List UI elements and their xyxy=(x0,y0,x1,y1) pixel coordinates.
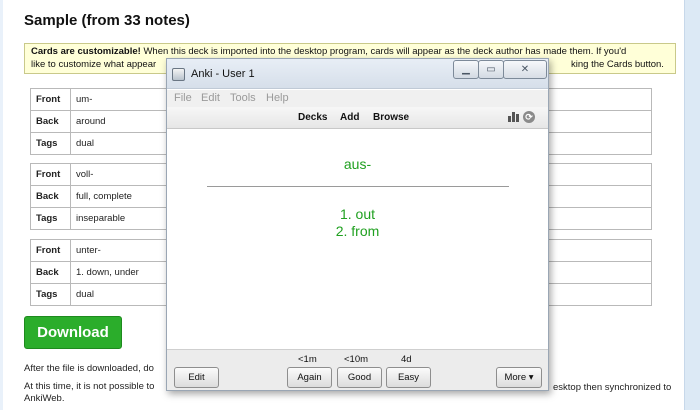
sync-icon[interactable]: ⟳ xyxy=(523,111,535,123)
download-button[interactable]: Download xyxy=(24,316,122,349)
menu-bar: File Edit Tools Help xyxy=(167,90,548,107)
window-titlebar[interactable]: Anki - User 1 ▁ ▭ ✕ xyxy=(167,59,548,89)
edit-button[interactable]: Edit xyxy=(174,367,219,388)
easy-button[interactable]: Easy xyxy=(386,367,431,388)
card-front: aus- xyxy=(343,156,372,172)
answer-divider xyxy=(207,186,509,187)
minimize-icon: ▁ xyxy=(462,64,470,75)
notice-line-1-text: When this deck is imported into the desk… xyxy=(140,46,627,57)
more-button[interactable]: More ▾ xyxy=(496,367,542,388)
info-text-left: At this time, it is not possible to xyxy=(24,382,155,392)
menu-tools[interactable]: Tools xyxy=(230,92,256,104)
info-text-right: esktop then synchronized to xyxy=(553,382,672,393)
field-name: Back xyxy=(30,261,71,284)
menu-help[interactable]: Help xyxy=(266,92,289,104)
field-name: Back xyxy=(30,185,71,208)
notice-line-2-right: king the Cards button. xyxy=(571,59,664,70)
minimize-button[interactable]: ▁ xyxy=(453,60,479,79)
anki-window: Anki - User 1 ▁ ▭ ✕ File Edit Tools Help… xyxy=(166,58,549,391)
page-title: Sample (from 33 notes) xyxy=(24,12,190,29)
interval-good: <10m xyxy=(344,354,369,365)
field-name: Tags xyxy=(30,207,71,230)
close-icon: ✕ xyxy=(520,64,530,75)
notice-line-2-left: like to customize what appear xyxy=(31,59,157,70)
notice-bold: Cards are customizable! xyxy=(31,46,141,57)
info-text-ankiweb: AnkiWeb. xyxy=(24,393,65,404)
answer-bar: Edit <1m <10m 4d Again Good Easy More ▾ xyxy=(167,349,548,390)
main-toolbar: Decks Add Browse ⟳ xyxy=(167,107,548,129)
field-name: Back xyxy=(30,110,71,133)
maximize-button[interactable]: ▭ xyxy=(478,60,504,79)
card-back-line-1: 1. out xyxy=(339,206,376,222)
field-name: Front xyxy=(30,239,71,262)
card-back-line-2: 2. from xyxy=(335,223,380,239)
maximize-icon: ▭ xyxy=(486,64,496,75)
page-scrollbar[interactable] xyxy=(684,0,700,410)
toolbar-decks[interactable]: Decks xyxy=(298,112,327,123)
stats-icon[interactable] xyxy=(508,112,519,122)
interval-easy: 4d xyxy=(401,354,412,365)
notice-line-1: Cards are customizable! When this deck i… xyxy=(31,46,669,57)
toolbar-add[interactable]: Add xyxy=(340,112,359,123)
after-download-text: After the file is downloaded, do xyxy=(24,363,154,374)
field-name: Tags xyxy=(30,132,71,155)
menu-file[interactable]: File xyxy=(174,92,192,104)
field-name: Front xyxy=(30,88,71,111)
window-title: Anki - User 1 xyxy=(191,68,255,80)
card-display: aus- 1. out 2. from xyxy=(167,130,548,359)
again-button[interactable]: Again xyxy=(287,367,332,388)
interval-again: <1m xyxy=(298,354,317,365)
menu-edit[interactable]: Edit xyxy=(201,92,220,104)
app-icon xyxy=(172,68,185,81)
field-name: Tags xyxy=(30,283,71,306)
toolbar-browse[interactable]: Browse xyxy=(373,112,409,123)
close-button[interactable]: ✕ xyxy=(503,60,547,79)
page-left-edge xyxy=(0,0,3,410)
good-button[interactable]: Good xyxy=(337,367,382,388)
field-name: Front xyxy=(30,163,71,186)
